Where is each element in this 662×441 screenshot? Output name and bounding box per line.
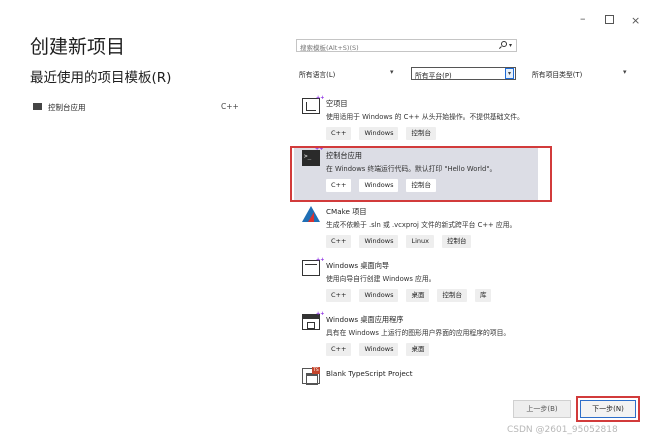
template-tag: 桌面 (406, 289, 430, 302)
template-tags: C++ Windows 控制台 (326, 127, 436, 140)
template-tag: 库 (474, 289, 492, 302)
maximize-button[interactable] (605, 14, 614, 27)
recent-template-label: 控制台应用 (48, 103, 86, 112)
template-tag: C++ (326, 343, 352, 356)
project-type-filter-select[interactable]: 所有项目类型(T) ▾ (529, 67, 634, 80)
empty-project-icon: ++ (302, 95, 324, 114)
template-tag: 控制台 (406, 127, 436, 140)
template-name: Windows 桌面应用程序 (326, 315, 404, 324)
minimize-button[interactable]: – (580, 12, 586, 25)
platform-filter-select[interactable]: 所有平台(P) ▾ (411, 67, 516, 80)
template-item-typescript[interactable]: TS Blank TypeScript Project (294, 366, 538, 385)
language-filter-value: 所有语言(L) (299, 71, 336, 79)
template-tag: C++ (326, 235, 352, 248)
template-tags: C++ Windows Linux 控制台 (326, 235, 472, 248)
platform-filter-value: 所有平台(P) (415, 72, 452, 80)
next-button-highlight (576, 396, 640, 422)
page-title: 创建新项目 (30, 36, 126, 58)
template-tag: Linux (406, 235, 434, 248)
folder-icon (33, 103, 42, 110)
template-tag: 桌面 (406, 343, 430, 356)
template-tags: C++ Windows 桌面 (326, 343, 430, 356)
back-button[interactable]: 上一步(B) (513, 400, 571, 418)
typescript-project-icon: TS (302, 367, 320, 385)
template-description: 生成不依赖于 .sln 或 .vcxproj 文件的新式跨平台 C++ 应用。 (326, 221, 517, 229)
cmake-icon (302, 206, 320, 222)
template-tag: 控制台 (437, 289, 467, 302)
recent-templates-heading: 最近使用的项目模板(R) (30, 70, 172, 86)
search-icon[interactable]: ▾ (498, 41, 515, 51)
template-tag: Windows (359, 235, 399, 248)
project-type-filter-value: 所有项目类型(T) (532, 71, 583, 79)
template-search-input[interactable]: 搜索模板(Alt+S)(S) ▾ (296, 39, 517, 52)
template-description: 具有在 Windows 上运行的图形用户界面的应用程序的项目。 (326, 329, 511, 337)
template-description: 使用适用于 Windows 的 C++ 从头开始操作。不提供基础文件。 (326, 113, 524, 121)
chevron-down-icon: ▾ (390, 68, 394, 76)
desktop-app-icon: ++ (302, 311, 324, 330)
chevron-down-icon: ▾ (623, 68, 627, 76)
recent-template-lang: C++ (221, 102, 239, 111)
template-name: Windows 桌面向导 (326, 261, 390, 270)
template-name: Blank TypeScript Project (326, 369, 413, 378)
template-item-desktop-app[interactable]: ++ Windows 桌面应用程序 具有在 Windows 上运行的图形用户界面… (294, 311, 538, 364)
chevron-down-icon: ▾ (505, 68, 514, 79)
watermark: CSDN @2601_95052818 (507, 425, 618, 435)
recent-template-item[interactable]: 控制台应用 C++ (33, 100, 243, 116)
template-tags: C++ Windows 桌面 控制台 库 (326, 289, 492, 302)
template-tag: Windows (359, 289, 399, 302)
close-button[interactable]: × (631, 14, 640, 27)
template-tag: C++ (326, 127, 352, 140)
template-tag: 控制台 (441, 235, 472, 248)
create-project-window: – × 创建新项目 最近使用的项目模板(R) 控制台应用 C++ 搜索模板(Al… (0, 0, 662, 441)
search-placeholder: 搜索模板(Alt+S)(S) (300, 44, 359, 52)
template-name: CMake 项目 (326, 207, 367, 216)
template-tag: C++ (326, 289, 352, 302)
template-name: 空项目 (326, 99, 348, 108)
template-tag: Windows (359, 127, 399, 140)
template-item-empty-project[interactable]: ++ 空项目 使用适用于 Windows 的 C++ 从头开始操作。不提供基础文… (294, 95, 538, 148)
language-filter-select[interactable]: 所有语言(L) ▾ (296, 67, 401, 80)
template-item-cmake[interactable]: CMake 项目 生成不依赖于 .sln 或 .vcxproj 文件的新式跨平台… (294, 204, 538, 256)
desktop-wizard-icon: ++ (302, 257, 324, 276)
selected-template-highlight (290, 146, 552, 202)
template-tag: Windows (359, 343, 399, 356)
template-description: 使用向导自行创建 Windows 应用。 (326, 275, 436, 283)
template-item-desktop-wizard[interactable]: ++ Windows 桌面向导 使用向导自行创建 Windows 应用。 C++… (294, 257, 538, 310)
maximize-icon (605, 15, 614, 24)
